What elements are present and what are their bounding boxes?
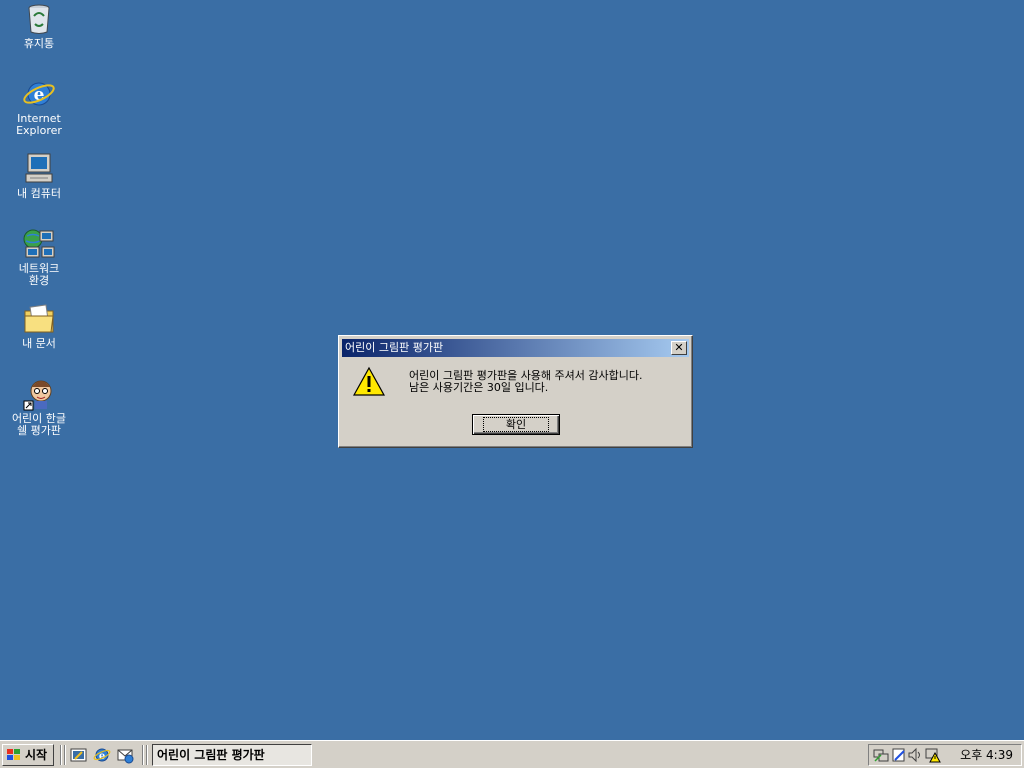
close-icon: ✕ <box>674 341 684 354</box>
taskbar-separator <box>60 745 62 765</box>
outlook-express-icon[interactable] <box>116 746 134 764</box>
start-label: 시작 <box>25 748 48 762</box>
taskbar-separator <box>142 745 144 765</box>
ok-button-label: 확인 <box>482 417 550 432</box>
show-desktop-icon[interactable] <box>70 746 88 764</box>
desktop-icon-label: 네트워크 환경 <box>18 262 60 287</box>
taskbar-window-label: 어린이 그림판 평가판 <box>157 748 265 762</box>
windows-logo-icon <box>7 749 20 760</box>
taskbar-separator <box>64 745 66 765</box>
desktop-icon-recycle-bin[interactable]: 휴지통 <box>1 2 77 50</box>
internet-explorer-icon: e <box>23 82 55 106</box>
volume-icon[interactable] <box>907 747 923 763</box>
network-tray-icon[interactable] <box>873 747 889 763</box>
message-dialog: 어린이 그림판 평가판 ✕ 어린이 그림판 평가판을 사용해 주셔서 감사합니다… <box>338 335 693 448</box>
desktop-icon-label: 내 컴퓨터 <box>17 187 61 200</box>
network-icon <box>23 229 55 258</box>
warning-tray-icon[interactable] <box>925 747 941 763</box>
desktop-icon-kids-hangul-shell[interactable]: 어린이 한글 쉘 평가판 <box>1 377 77 437</box>
warning-icon <box>353 366 385 396</box>
my-computer-icon <box>25 153 53 183</box>
desktop-icon-label: 휴지통 <box>23 37 55 50</box>
start-button[interactable]: 시작 <box>2 744 54 766</box>
folder-icon <box>24 304 54 333</box>
dialog-titlebar[interactable]: 어린이 그림판 평가판 ✕ <box>342 339 689 357</box>
system-tray: 오후 4:39 <box>868 744 1022 766</box>
taskbar-separator <box>146 745 148 765</box>
recycle-bin-icon <box>28 4 50 34</box>
taskbar-window-button[interactable]: 어린이 그림판 평가판 <box>152 744 312 766</box>
desktop-icon-label: 내 문서 <box>22 337 56 350</box>
dialog-title: 어린이 그림판 평가판 <box>345 341 444 354</box>
taskbar: 시작 e 어린이 그림판 평가판 오후 4:39 <box>0 740 1024 768</box>
ok-button[interactable]: 확인 <box>472 414 560 435</box>
internet-explorer-quicklaunch-icon[interactable]: e <box>93 746 111 764</box>
dialog-message: 어린이 그림판 평가판을 사용해 주셔서 감사합니다. 남은 사용기간은 30일… <box>409 370 643 394</box>
dialog-message-line: 남은 사용기간은 30일 입니다. <box>409 381 549 394</box>
desktop-icon-my-computer[interactable]: 내 컴퓨터 <box>1 152 77 200</box>
pen-tray-icon[interactable] <box>891 747 907 763</box>
close-button[interactable]: ✕ <box>671 341 687 355</box>
desktop-icon-my-documents[interactable]: 내 문서 <box>1 302 77 350</box>
desktop-icon-internet-explorer[interactable]: e Internet Explorer <box>1 77 77 137</box>
desktop: 휴지통 e Internet Explorer 내 컴퓨터 네트워크 환경 내 … <box>0 0 1024 740</box>
clock[interactable]: 오후 4:39 <box>960 745 1013 765</box>
desktop-icon-label: 어린이 한글 쉘 평가판 <box>11 412 67 437</box>
kids-character-icon <box>23 380 52 411</box>
desktop-icon-label: Internet Explorer <box>16 112 62 137</box>
desktop-icon-network[interactable]: 네트워크 환경 <box>1 227 77 287</box>
